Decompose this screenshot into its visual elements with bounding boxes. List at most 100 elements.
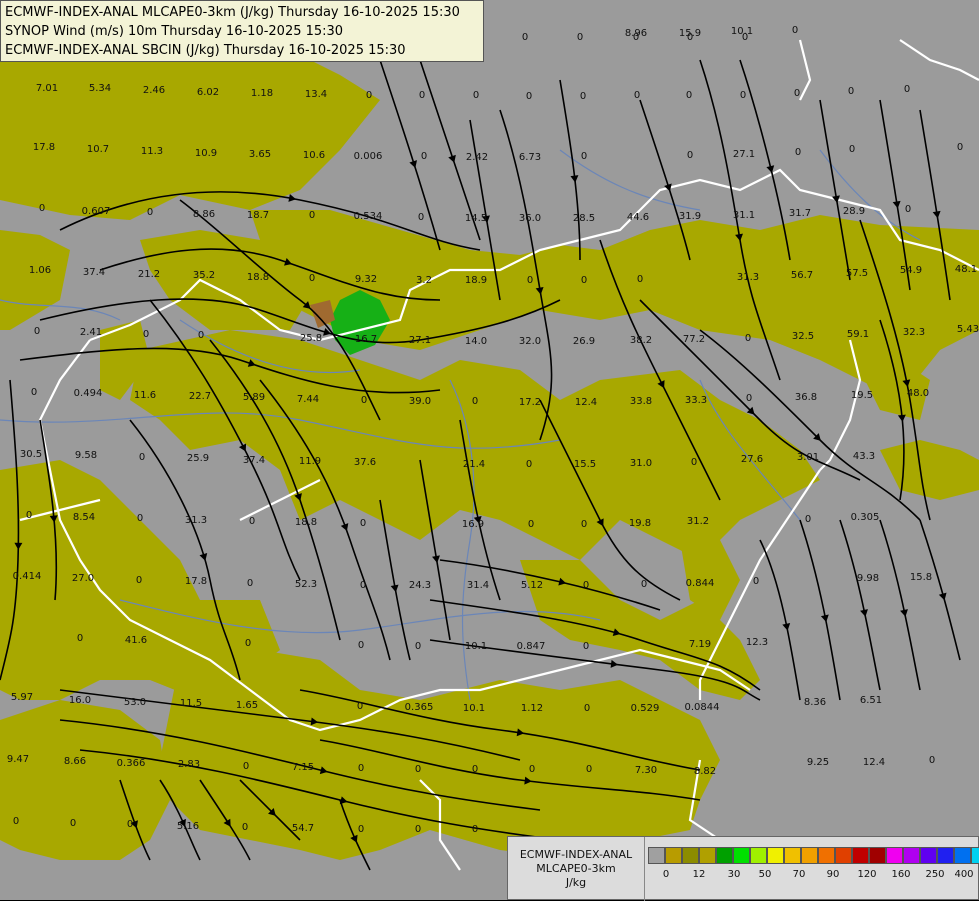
sbcin-value-label: 27.0 bbox=[72, 573, 94, 584]
weather-map: 0 0 0 0 0 8.96 15.9 10.1 0 7.01 5.34 2.46 6.02 1.18 13… bbox=[0, 0, 979, 900]
legend-tick-label: 12 bbox=[692, 869, 706, 880]
sbcin-value-label: 0 bbox=[309, 273, 315, 284]
sbcin-value-label: 0 bbox=[309, 210, 315, 221]
sbcin-value-label: 0.494 bbox=[74, 388, 103, 399]
sbcin-value-label: 0 bbox=[198, 330, 204, 341]
sbcin-value-label: 0 bbox=[473, 90, 479, 101]
sbcin-value-label: 0.0844 bbox=[685, 702, 720, 713]
sbcin-value-label: 10.1 bbox=[465, 641, 487, 652]
sbcin-value-label: 37.6 bbox=[354, 457, 376, 468]
sbcin-value-label: 0 bbox=[139, 452, 145, 463]
sbcin-value-label: 17.8 bbox=[185, 576, 207, 587]
sbcin-value-label: 0.607 bbox=[82, 206, 111, 217]
sbcin-value-label: 25.9 bbox=[187, 453, 209, 464]
sbcin-value-label: 0 bbox=[527, 275, 533, 286]
sbcin-value-label: 0 bbox=[904, 84, 910, 95]
sbcin-value-label: 0 bbox=[418, 212, 424, 223]
sbcin-value-label: 0 bbox=[641, 579, 647, 590]
sbcin-value-label: 0 bbox=[581, 151, 587, 162]
sbcin-value-label: 0 bbox=[637, 274, 643, 285]
sbcin-value-label: 28.5 bbox=[573, 213, 595, 224]
sbcin-value-label: 0 bbox=[745, 333, 751, 344]
sbcin-value-label: 0 bbox=[584, 703, 590, 714]
legend-swatch bbox=[954, 847, 971, 864]
sbcin-value-label: 0 bbox=[634, 90, 640, 101]
sbcin-value-label: 0 bbox=[147, 207, 153, 218]
legend-tick-label: 90 bbox=[826, 869, 840, 880]
sbcin-value-label: 2.83 bbox=[178, 759, 200, 770]
sbcin-value-label: 0 bbox=[358, 763, 364, 774]
legend-swatch bbox=[886, 847, 903, 864]
sbcin-value-label: 6.51 bbox=[860, 695, 882, 706]
sbcin-value-label: 5.43 bbox=[957, 324, 979, 335]
sbcin-value-label: 0 bbox=[358, 640, 364, 651]
sbcin-value-label: 0 bbox=[366, 90, 372, 101]
sbcin-value-label: 27.1 bbox=[409, 335, 431, 346]
sbcin-value-label: 9.58 bbox=[75, 450, 97, 461]
sbcin-value-label: 15.9 bbox=[679, 28, 701, 39]
sbcin-value-label: 0.534 bbox=[354, 211, 383, 222]
sbcin-value-label: 3.01 bbox=[797, 452, 819, 463]
sbcin-value-label: 13.4 bbox=[305, 89, 327, 100]
sbcin-value-label: 16.0 bbox=[69, 695, 91, 706]
sbcin-value-label: 0 bbox=[360, 518, 366, 529]
sbcin-value-label: 10.1 bbox=[731, 26, 753, 37]
sbcin-value-label: 0.414 bbox=[13, 571, 42, 582]
sbcin-value-label: 0 bbox=[127, 819, 133, 830]
legend-swatch bbox=[750, 847, 767, 864]
legend-swatch bbox=[835, 847, 852, 864]
sbcin-value-label: 56.7 bbox=[791, 270, 813, 281]
sbcin-value-label: 3.2 bbox=[416, 275, 432, 286]
sbcin-value-label: 0 bbox=[586, 764, 592, 775]
legend-tick-label: 400 bbox=[954, 869, 974, 880]
sbcin-value-label: 8.82 bbox=[694, 766, 716, 777]
sbcin-value-label: 0 bbox=[753, 576, 759, 587]
sbcin-value-label: 36.0 bbox=[519, 213, 541, 224]
sbcin-value-label: 0.847 bbox=[517, 641, 546, 652]
sbcin-value-label: 0 bbox=[39, 203, 45, 214]
legend-tick-label: 120 bbox=[857, 869, 877, 880]
sbcin-value-label: 21.4 bbox=[463, 459, 485, 470]
color-scale-legend: ECMWF-INDEX-ANAL MLCAPE0-3km J/kg 0 12 30 5… bbox=[507, 836, 979, 901]
sbcin-value-label: 0 bbox=[34, 326, 40, 337]
sbcin-value-label: 0 bbox=[746, 393, 752, 404]
sbcin-value-label: 31.2 bbox=[687, 516, 709, 527]
sbcin-value-label: 31.0 bbox=[630, 458, 652, 469]
sbcin-value-label: 25.8 bbox=[300, 333, 322, 344]
sbcin-value-label: 32.3 bbox=[903, 327, 925, 338]
legend-swatch bbox=[869, 847, 886, 864]
legend-swatch bbox=[818, 847, 835, 864]
sbcin-value-label: 15.5 bbox=[574, 459, 596, 470]
sbcin-value-label: 0 bbox=[26, 510, 32, 521]
title-line-mlcape: ECMWF-INDEX-ANAL MLCAPE0-3km (J/kg) Thur… bbox=[5, 5, 460, 20]
sbcin-value-label: 32.0 bbox=[519, 336, 541, 347]
legend-variable: MLCAPE0-3km bbox=[536, 862, 616, 875]
title-line-sbcin: ECMWF-INDEX-ANAL SBCIN (J/kg) Thursday 1… bbox=[5, 43, 406, 58]
sbcin-value-label: 5.12 bbox=[521, 580, 543, 591]
sbcin-value-label: 36.8 bbox=[795, 392, 817, 403]
legend-tick-label: 160 bbox=[891, 869, 911, 880]
sbcin-value-label: 0 bbox=[580, 91, 586, 102]
sbcin-value-label: 0 bbox=[245, 638, 251, 649]
sbcin-value-label: 0.305 bbox=[851, 512, 880, 523]
sbcin-value-label: 0.844 bbox=[686, 578, 715, 589]
sbcin-value-label: 0 bbox=[419, 90, 425, 101]
sbcin-value-label: 31.9 bbox=[679, 211, 701, 222]
sbcin-value-label: 0 bbox=[70, 818, 76, 829]
sbcin-value-label: 5.97 bbox=[11, 692, 33, 703]
legend-tick-label: 50 bbox=[758, 869, 772, 880]
legend-swatch bbox=[716, 847, 733, 864]
sbcin-value-label: 9.98 bbox=[857, 573, 879, 584]
sbcin-value-label: 0 bbox=[905, 204, 911, 215]
sbcin-value-label: 0 bbox=[577, 32, 583, 43]
legend-tick-label: 0 bbox=[662, 869, 670, 880]
sbcin-value-label: 31.7 bbox=[789, 208, 811, 219]
sbcin-value-label: 11.9 bbox=[299, 456, 321, 467]
sbcin-value-label: 18.8 bbox=[247, 272, 269, 283]
sbcin-value-label: 18.7 bbox=[247, 210, 269, 221]
sbcin-value-label: 11.3 bbox=[141, 146, 163, 157]
sbcin-value-label: 54.7 bbox=[292, 823, 314, 834]
sbcin-value-label: 7.15 bbox=[292, 762, 314, 773]
sbcin-value-label: 41.6 bbox=[125, 635, 147, 646]
sbcin-value-label: 0 bbox=[415, 824, 421, 835]
